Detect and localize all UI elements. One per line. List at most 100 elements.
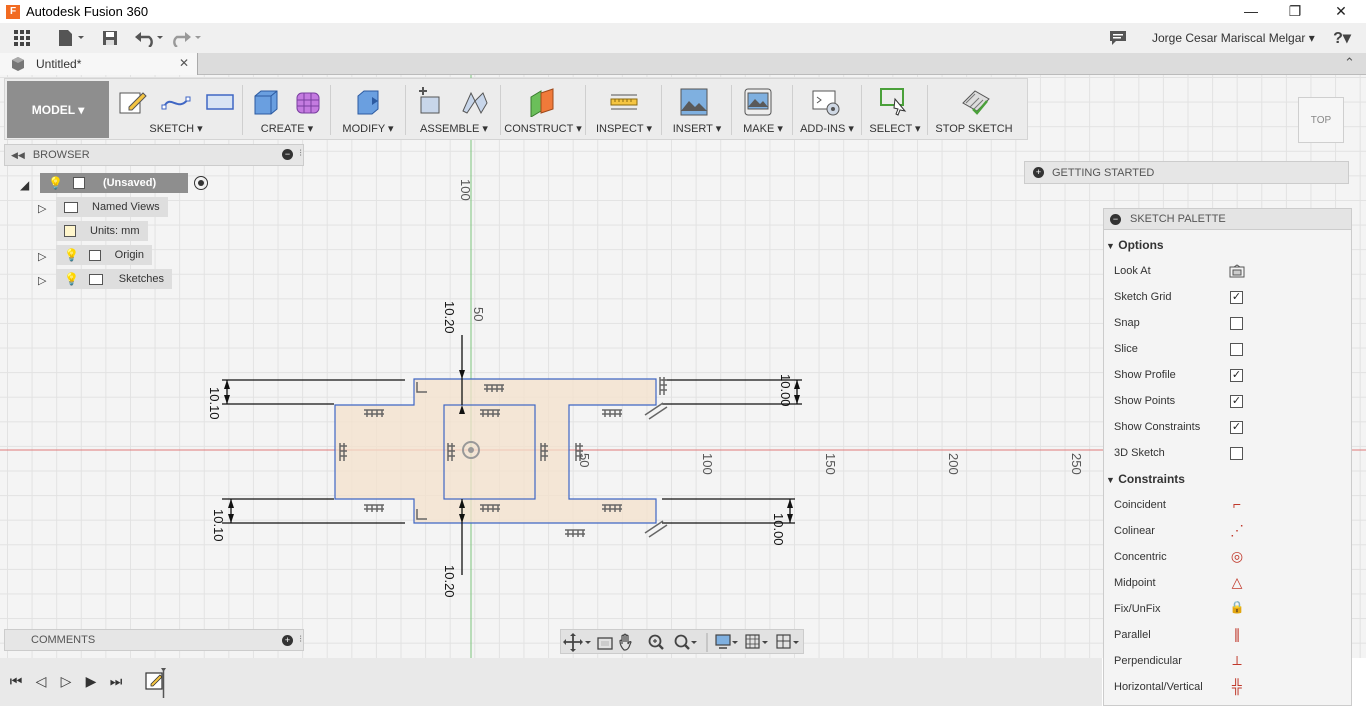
constraint-horizontal-vertical[interactable]: Horizontal/Vertical ╬ [1114,677,1344,697]
sketch-group[interactable]: SKETCH ▾ [111,79,241,139]
constraint-colinear[interactable]: Colinear ⋰ [1114,521,1344,541]
timeline-sketch-feature-icon[interactable] [145,668,169,700]
parallel-icon[interactable]: ∥ [1228,626,1246,644]
data-panel-grid-icon[interactable] [8,25,36,51]
scripts-addins-icon[interactable] [811,87,841,117]
new-component-icon[interactable] [415,87,445,117]
lightbulb-icon[interactable]: 💡 [64,272,79,286]
close-tab-icon[interactable]: ✕ [179,56,189,70]
collapsed-triangle-icon[interactable]: ▷ [38,250,48,263]
option-show-constraints[interactable]: Show Constraints ✓ [1114,417,1344,437]
modify-group-label[interactable]: MODIFY ▾ [333,122,403,135]
browser-root-row[interactable]: ◢ 💡 (Unsaved) [20,173,208,193]
joint-icon[interactable] [459,87,489,117]
help-menu[interactable]: ?▾ [1322,25,1362,51]
option-sketch-grid[interactable]: Sketch Grid ✓ [1114,287,1344,307]
file-menu-icon[interactable] [54,25,88,51]
insert-group[interactable]: INSERT ▾ [665,79,729,139]
show-profile-checkbox[interactable]: ✓ [1230,369,1243,382]
assemble-group-label[interactable]: ASSEMBLE ▾ [409,122,499,135]
create-group[interactable]: CREATE ▾ [245,79,329,139]
collapsed-triangle-icon[interactable]: ▷ [38,274,48,287]
coincident-icon[interactable]: ⌐ [1228,496,1246,514]
form-mesh-icon[interactable] [293,87,323,117]
constraint-coincident[interactable]: Coincident ⌐ [1114,495,1344,515]
colinear-icon[interactable]: ⋰ [1228,522,1246,540]
browser-panel-header[interactable]: ◀◀ BROWSER − ⁝ [4,144,304,166]
dimension-label[interactable]: 10.00 [778,374,793,407]
make-group[interactable]: MAKE ▾ [735,79,791,139]
panel-pin-icon[interactable]: ⁝ [299,148,302,159]
minimize-button[interactable]: — [1228,0,1274,23]
3d-sketch-checkbox[interactable] [1230,447,1243,460]
measure-icon[interactable] [609,87,639,117]
3d-print-icon[interactable] [743,87,773,117]
constraint-midpoint[interactable]: Midpoint △ [1114,573,1344,593]
show-constraints-checkbox[interactable]: ✓ [1230,421,1243,434]
comments-panel[interactable]: COMMENTS + ⁝ [4,629,304,651]
lightbulb-off-icon[interactable]: 💡 [64,248,79,262]
expand-panel-icon[interactable]: + [1033,167,1044,178]
add-comment-icon[interactable]: + [282,635,293,646]
slice-checkbox[interactable] [1230,343,1243,356]
option-show-profile[interactable]: Show Profile ✓ [1114,365,1344,385]
lightbulb-icon[interactable]: 💡 [48,176,63,190]
collapsed-triangle-icon[interactable]: ▷ [38,202,48,215]
insert-image-icon[interactable] [679,87,709,117]
addins-group-label[interactable]: ADD-INS ▾ [795,122,859,135]
options-section-header[interactable]: ▼ Options [1106,238,1164,252]
browser-item-named-views[interactable]: ▷ Named Views [38,197,168,217]
redo-icon[interactable] [170,25,204,51]
lock-icon[interactable]: 🔒 [1228,600,1246,618]
stop-sketch-group[interactable]: STOP SKETCH [931,79,1017,139]
construct-group-label[interactable]: CONSTRUCT ▾ [503,122,583,135]
constraint-concentric[interactable]: Concentric ◎ [1114,547,1344,567]
dimension-label[interactable]: 10.20 [442,301,457,334]
rectangle-icon[interactable] [205,87,235,117]
stop-sketch-icon[interactable] [961,87,991,117]
option-look-at[interactable]: Look At [1114,261,1344,281]
constraint-parallel[interactable]: Parallel ∥ [1114,625,1344,645]
tab-untitled[interactable]: Untitled* ✕ [0,53,198,75]
construct-group[interactable]: CONSTRUCT ▾ [503,79,583,139]
dimension-label[interactable]: 10.20 [442,565,457,598]
browser-item-sketches[interactable]: ▷ 💡 Sketches [38,269,172,289]
sketch-grid-checkbox[interactable]: ✓ [1230,291,1243,304]
perpendicular-icon[interactable]: ⟂ [1228,652,1246,670]
dimension-label[interactable]: 10.00 [771,513,786,546]
concentric-icon[interactable]: ◎ [1228,548,1246,566]
sketch-group-label[interactable]: SKETCH ▾ [111,122,241,135]
show-points-checkbox[interactable]: ✓ [1230,395,1243,408]
spline-icon[interactable] [161,87,191,117]
select-group[interactable]: SELECT ▾ [865,79,925,139]
root-component-label[interactable]: (Unsaved) [103,177,156,189]
view-cube-top[interactable]: TOP [1298,97,1344,143]
save-icon[interactable] [96,25,124,51]
close-window-button[interactable]: ✕ [1318,0,1364,23]
browser-item-origin[interactable]: ▷ 💡 Origin [38,245,152,265]
option-snap[interactable]: Snap [1114,313,1344,333]
getting-started-panel[interactable]: + GETTING STARTED [1024,161,1349,184]
extrude-box-icon[interactable] [251,87,281,117]
create-group-label[interactable]: CREATE ▾ [245,122,329,135]
snap-checkbox[interactable] [1230,317,1243,330]
insert-group-label[interactable]: INSERT ▾ [665,122,729,135]
look-at-icon[interactable] [1229,264,1245,278]
play-icon[interactable]: ▷ [56,671,76,691]
maximize-button[interactable]: ❐ [1272,0,1318,23]
browser-item-units[interactable]: Units: mm [56,221,148,241]
go-to-start-icon[interactable]: ⏮ [6,671,26,691]
minimize-panel-icon[interactable]: − [1110,214,1121,225]
user-account-menu[interactable]: Jorge Cesar Mariscal Melgar ▾ [1152,31,1315,45]
minimize-panel-icon[interactable]: − [282,149,293,160]
modify-group[interactable]: MODIFY ▾ [333,79,403,139]
select-group-label[interactable]: SELECT ▾ [865,122,925,135]
stop-sketch-label[interactable]: STOP SKETCH [931,123,1017,135]
option-slice[interactable]: Slice [1114,339,1344,359]
create-sketch-icon[interactable] [117,87,147,117]
expanded-triangle-icon[interactable]: ◢ [20,178,30,192]
dimension-label[interactable]: 10.10 [211,509,226,542]
offset-plane-icon[interactable] [527,87,557,117]
inspect-group-label[interactable]: INSPECT ▾ [589,122,659,135]
dimension-label[interactable]: 10.10 [207,387,222,420]
